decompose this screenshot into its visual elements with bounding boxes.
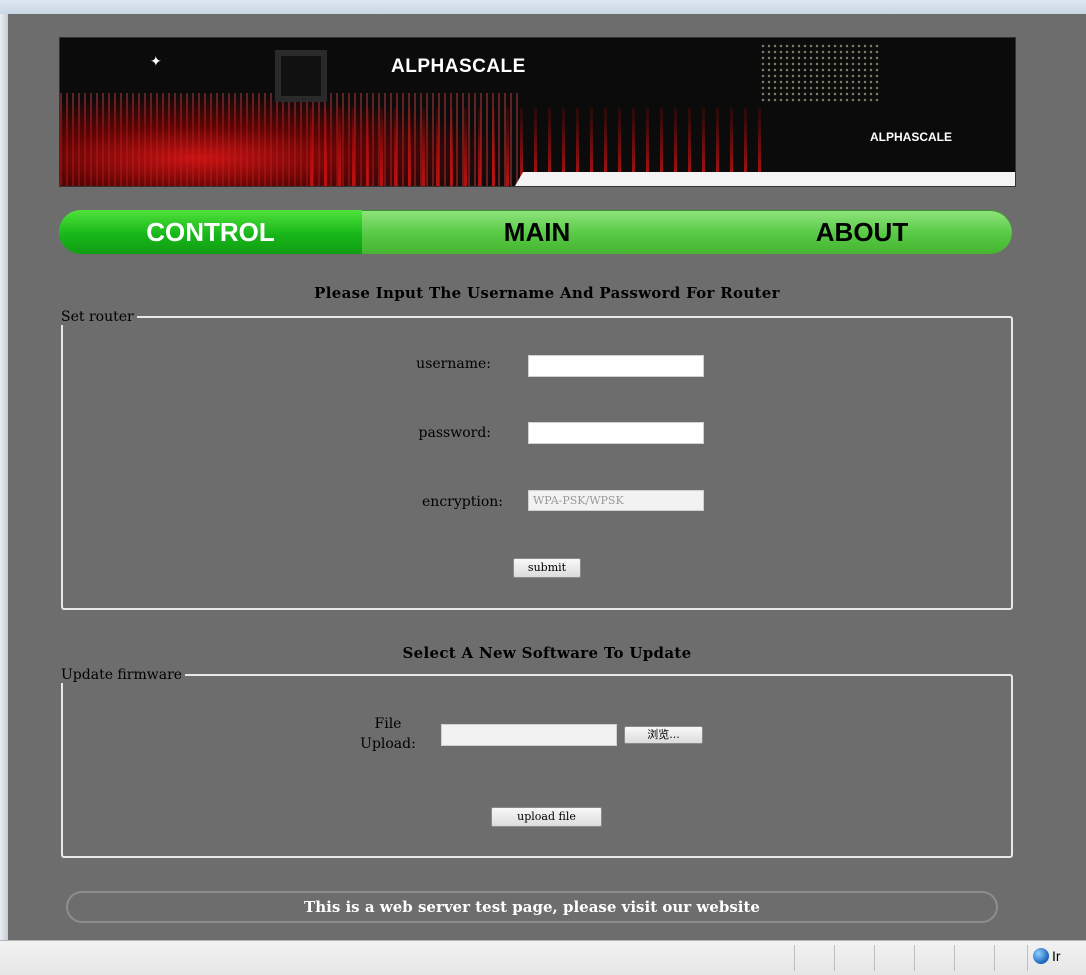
status-divider (914, 945, 915, 971)
banner-white-band (515, 172, 1015, 186)
main-nav: CONTROL MAIN ABOUT (59, 210, 1012, 254)
tab-about[interactable]: ABOUT (712, 210, 1012, 254)
status-divider (874, 945, 875, 971)
status-divider (954, 945, 955, 971)
sparkle-icon: ✦ (150, 54, 162, 70)
browse-button[interactable]: 浏览... (624, 726, 703, 744)
password-label: password: (418, 425, 491, 441)
file-path-input[interactable] (441, 724, 617, 746)
banner-dot-matrix (760, 43, 880, 103)
globe-icon (1033, 948, 1049, 964)
username-input[interactable] (528, 355, 704, 377)
file-upload-label: File Upload: (353, 714, 423, 754)
banner-logo-small: ALPHASCALE (870, 130, 953, 144)
banner-square-graphic (275, 50, 327, 102)
update-firmware-fieldset: Update firmware File Upload: 浏览... uploa… (61, 667, 1013, 858)
security-zone[interactable]: Ir (1033, 948, 1061, 968)
submit-button[interactable]: submit (513, 558, 581, 578)
status-divider (794, 945, 795, 971)
file-label-line2: Upload: (360, 736, 416, 752)
firmware-heading: Select A New Software To Update (402, 644, 692, 662)
encryption-field (528, 490, 704, 511)
upload-file-button[interactable]: upload file (491, 807, 602, 827)
set-router-legend: Set router (61, 309, 137, 325)
password-input[interactable] (528, 422, 704, 444)
header-banner: ✦ ALPHASCALE ALPHASCALE (59, 37, 1016, 187)
footer-message: This is a web server test page, please v… (66, 891, 998, 923)
browser-left-edge (0, 14, 8, 940)
status-divider (1027, 945, 1028, 971)
tab-main[interactable]: MAIN (362, 210, 712, 254)
encryption-label: encryption: (422, 494, 503, 510)
router-heading: Please Input The Username And Password F… (314, 284, 780, 302)
set-router-fieldset: Set router username: password: encryptio… (61, 309, 1013, 610)
banner-logo: ALPHASCALE (391, 56, 526, 77)
browser-top-strip (0, 0, 1086, 15)
status-divider (834, 945, 835, 971)
browser-status-bar: Ir (0, 940, 1086, 975)
status-divider (994, 945, 995, 971)
update-firmware-legend: Update firmware (61, 667, 186, 683)
page-content: ✦ ALPHASCALE ALPHASCALE CONTROL MAIN ABO… (8, 14, 1086, 940)
file-label-line1: File (374, 716, 402, 732)
username-label: username: (416, 356, 491, 372)
zone-text: Ir (1052, 948, 1061, 964)
tab-control[interactable]: CONTROL (59, 210, 362, 254)
